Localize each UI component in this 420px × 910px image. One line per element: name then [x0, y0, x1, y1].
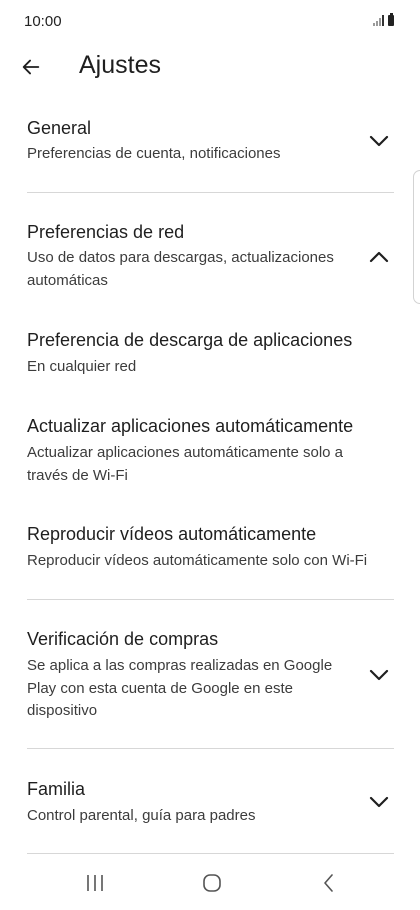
divider	[27, 192, 394, 193]
setting-autoplay-title: Reproducir vídeos automáticamente	[27, 524, 317, 544]
setting-autoplay-videos[interactable]: Reproducir vídeos automáticamente Reprod…	[0, 514, 420, 584]
section-family-title: Familia	[27, 779, 86, 799]
section-purchase-verification[interactable]: Verificación de compras Se aplica a las …	[0, 619, 420, 729]
chevron-down-icon[interactable]	[368, 134, 390, 148]
section-general-title: General	[27, 118, 92, 138]
home-icon[interactable]	[202, 874, 222, 892]
section-network-subtitle: Uso de datos para descargas, actualizaci…	[27, 249, 334, 289]
nav-back-icon[interactable]	[321, 874, 337, 892]
recents-icon[interactable]	[85, 874, 105, 892]
section-general-subtitle: Preferencias de cuenta, notificaciones	[27, 145, 281, 162]
arrow-left-icon	[22, 59, 40, 75]
divider	[27, 599, 394, 600]
page-title: Ajustes	[79, 51, 161, 79]
setting-download-subtitle: En cualquier red	[27, 358, 137, 375]
setting-auto-update-title: Actualizar aplicaciones automáticamente	[27, 416, 354, 436]
section-network-preferences[interactable]: Preferencias de red Uso de datos para de…	[0, 212, 420, 302]
section-family[interactable]: Familia Control parental, guía para padr…	[0, 769, 420, 839]
scrollbar[interactable]	[413, 170, 420, 304]
section-purchase-subtitle: Se aplica a las compras realizadas en Go…	[27, 657, 333, 719]
setting-auto-update[interactable]: Actualizar aplicaciones automáticamente …	[0, 406, 420, 496]
section-network-title: Preferencias de red	[27, 222, 185, 242]
section-general[interactable]: General Preferencias de cuenta, notifica…	[0, 108, 420, 188]
status-icons	[373, 13, 394, 26]
section-family-subtitle: Control parental, guía para padres	[27, 807, 256, 824]
status-bar: 10:00	[0, 0, 420, 44]
system-navigation-bar	[0, 858, 420, 910]
chevron-up-icon[interactable]	[368, 250, 390, 264]
divider	[27, 748, 394, 749]
status-time: 10:00	[24, 13, 62, 30]
chevron-down-icon[interactable]	[368, 795, 390, 809]
back-button[interactable]	[16, 52, 46, 82]
chevron-down-icon[interactable]	[368, 668, 390, 682]
battery-icon	[388, 13, 394, 26]
setting-auto-update-subtitle: Actualizar aplicaciones automáticamente …	[27, 444, 344, 484]
setting-autoplay-subtitle: Reproducir vídeos automáticamente solo c…	[27, 552, 368, 569]
divider	[27, 853, 394, 854]
setting-download-title: Preferencia de descarga de aplicaciones	[27, 330, 353, 350]
signal-icon	[373, 15, 384, 26]
section-purchase-title: Verificación de compras	[27, 629, 219, 649]
app-bar: Ajustes	[0, 44, 420, 90]
setting-download-preference[interactable]: Preferencia de descarga de aplicaciones …	[0, 320, 420, 390]
